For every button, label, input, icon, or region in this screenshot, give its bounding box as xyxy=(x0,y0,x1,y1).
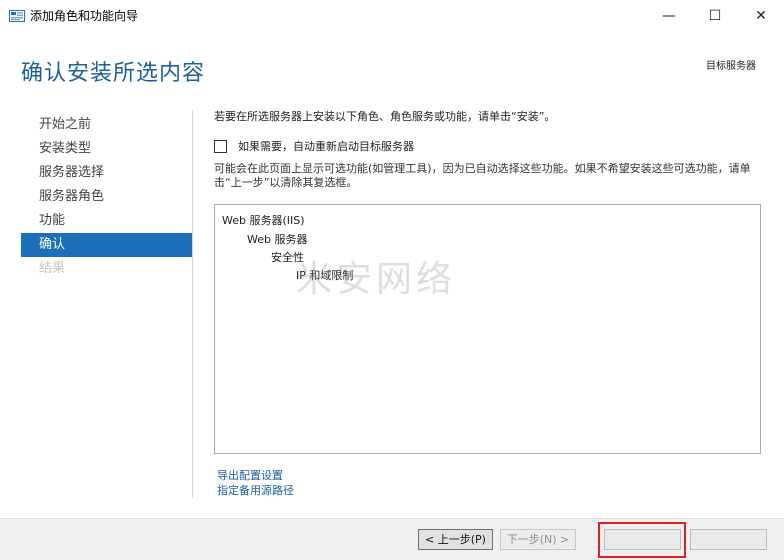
install-highlight-box xyxy=(598,522,686,558)
selected-features-list[interactable]: Web 服务器(IIS) Web 服务器 安全性 IP 和域限制 xyxy=(214,204,761,454)
nav-item-confirmation[interactable]: 确认 xyxy=(21,233,192,257)
restart-checkbox-label[interactable]: 如果需要，自动重新启动目标服务器 xyxy=(238,138,414,154)
feature-item: Web 服务器(IIS) xyxy=(222,214,305,227)
nav-item-results: 结果 xyxy=(39,261,66,276)
restart-option[interactable]: 如果需要，自动重新启动目标服务器 xyxy=(214,138,414,154)
server-manager-icon xyxy=(9,10,25,22)
title-bar: 添加角色和功能向导 — ☐ ✕ xyxy=(0,0,784,32)
nav-item-installation-type[interactable]: 安装类型 xyxy=(21,137,192,161)
optional-features-note: 可能会在此页面上显示可选功能(如管理工具)，因为已自动选择这些功能。如果不希望安… xyxy=(214,162,751,189)
nav-divider xyxy=(192,110,193,498)
nav-item-before-you-begin[interactable]: 开始之前 xyxy=(21,113,192,137)
nav-item-server-selection[interactable]: 服务器选择 xyxy=(21,161,192,185)
next-button: 下一步(N) > xyxy=(500,529,576,550)
restart-checkbox[interactable] xyxy=(214,139,227,153)
intro-text: 若要在所选服务器上安装以下角色、角色服务或功能，请单击“安装”。 xyxy=(214,110,556,123)
window-title: 添加角色和功能向导 xyxy=(30,9,139,23)
minimize-icon: — xyxy=(662,8,676,24)
watermark: 米安网络 xyxy=(296,259,457,300)
nav-item-features[interactable]: 功能 xyxy=(21,209,192,233)
confirmation-content: 若要在所选服务器上安装以下角色、角色服务或功能，请单击“安装”。 如果需要，自动… xyxy=(214,110,774,189)
maximize-button[interactable]: ☐ xyxy=(692,0,738,32)
nav-item-server-roles[interactable]: 服务器角色 xyxy=(21,185,192,209)
previous-button[interactable]: < 上一步(P) xyxy=(418,529,493,550)
page-title: 确认安装所选内容 xyxy=(21,61,206,86)
close-icon: ✕ xyxy=(755,8,767,24)
alternate-source-link[interactable]: 指定备用源路径 xyxy=(217,482,294,498)
destination-server-label: 目标服务器 xyxy=(706,61,756,72)
cancel-button[interactable] xyxy=(690,529,767,550)
close-button[interactable]: ✕ xyxy=(738,0,784,32)
export-config-link[interactable]: 导出配置设置 xyxy=(217,467,283,483)
maximize-icon: ☐ xyxy=(708,8,722,24)
feature-item: Web 服务器 xyxy=(247,233,308,246)
wizard-navigation: 开始之前 安装类型 服务器选择 服务器角色 功能 确认 结果 xyxy=(21,113,192,281)
minimize-button[interactable]: — xyxy=(646,0,692,32)
